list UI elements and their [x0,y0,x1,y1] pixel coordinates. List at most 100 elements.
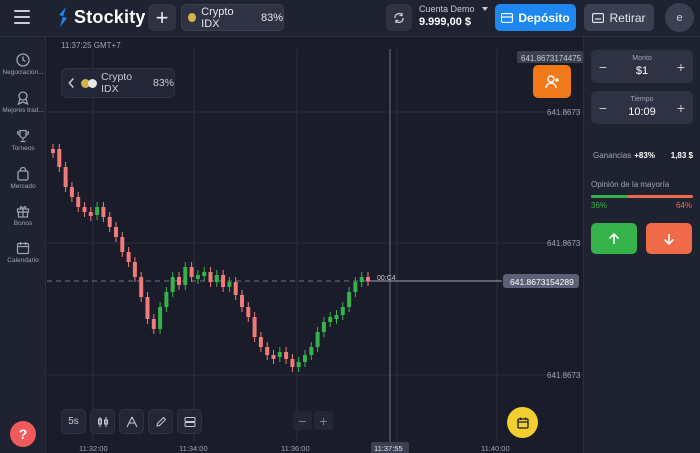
candle-body [277,352,282,357]
candle-body [353,282,358,292]
price-label-2: 641.8673 [547,239,581,248]
user-plus-icon [545,74,559,88]
time-label-4: 11:40:00 [481,444,510,453]
candle-body [246,307,251,317]
trading-app: Stockity + Crypto IDX 83% Cuenta Demo 9.… [0,0,700,453]
crypto-coins-icon [81,78,98,88]
candle-body [69,187,74,197]
account-balance: 9.999,00 $ [419,16,471,28]
candle-body [221,275,226,287]
account-selector[interactable]: Cuenta Demo 9.999,00 $ [419,4,489,28]
account-type: Cuenta Demo [419,4,475,14]
bag-icon [17,167,29,181]
candle-body [334,315,339,319]
zoom-in-button[interactable]: + [314,411,333,430]
candle-body [227,282,232,287]
help-button[interactable]: ? [10,421,36,447]
candle-body [258,337,263,347]
trophy-icon [16,129,30,143]
sidebar-item-market[interactable]: Mercado [0,167,46,190]
layout-button[interactable] [177,409,202,434]
time-label-3: 11:37:55 [374,444,403,453]
sidebar-item-calendar[interactable]: Calendario [0,241,46,264]
candle-body [315,332,320,347]
chevron-left-icon [68,78,74,88]
menu-icon[interactable] [14,10,30,24]
chart-type-button[interactable] [90,409,115,434]
crypto-coin-icon [188,13,197,22]
earnings-pct: +83% [634,151,655,160]
candle-body [265,347,270,355]
candle-body [303,355,307,362]
sidebar-item-label: Mejores trad... [2,107,44,114]
calendar-shortcut-button[interactable] [507,407,538,438]
sidebar-item-label: Torneos [11,145,35,152]
opinion-bar-up-fill [591,195,628,198]
pencil-icon [155,416,166,427]
candles-icon [97,416,108,427]
amount-increase-button[interactable]: + [671,50,691,83]
indicators-button[interactable] [119,409,144,434]
brand-logo[interactable]: Stockity [56,6,146,28]
asset-tab[interactable]: Crypto IDX 83% [181,4,284,31]
time-label-0: 11:32:00 [79,444,108,453]
opinion-bar [591,195,693,198]
timeframe-button[interactable]: 5s [61,409,86,434]
avatar[interactable]: e [665,3,694,32]
sidebar-item-top-traders[interactable]: Mejores trad... [0,91,46,114]
candle-body [126,252,131,262]
social-trading-button[interactable] [533,65,571,98]
deposit-label: Depósito [518,10,570,25]
withdraw-icon [592,12,605,23]
refresh-balance-button[interactable] [386,4,412,31]
zoom-control: − + [293,411,333,430]
candle-body [202,272,207,276]
opinion-down-pct: 64% [675,201,692,210]
candle-body [132,262,137,277]
sidebar-item-trading[interactable]: Negociacion... [0,53,46,76]
candle-body [252,317,257,337]
refresh-icon [394,12,404,23]
time-stepper[interactable]: − Tiempo 10:09 + [591,91,693,124]
sell-down-button[interactable] [646,223,692,254]
drawing-tools-button[interactable] [148,409,173,434]
asset-info-chip[interactable]: Crypto IDX 83% [61,68,175,98]
add-asset-button[interactable]: + [148,4,176,31]
asset-chip-payout: 83% [152,77,174,89]
candle-body [347,292,352,307]
asset-tab-name: Crypto IDX [201,5,234,30]
asset-chip-name: Crypto IDX [101,71,133,95]
withdraw-button[interactable]: Retirar [584,4,654,31]
amount-stepper[interactable]: − Monto $1 + [591,50,693,83]
candle-body [114,227,118,237]
calendar-icon [16,242,30,255]
candle-body [195,275,200,279]
arrow-down-icon [663,233,675,245]
chevron-down-icon [481,7,488,11]
earnings-label: Ganancias [593,151,632,160]
withdraw-label: Retirar [609,10,646,25]
candle-body [290,359,295,367]
candle-body [240,295,244,307]
time-increase-button[interactable]: + [671,91,691,124]
earnings-row: Ganancias +83% 1,83 $ [593,151,693,160]
gift-icon [16,206,30,218]
compass-icon [126,416,137,427]
candlestick-chart[interactable]: 641.8673174475 641.8673 641.8673 641.867… [47,37,583,453]
sidebar-item-bonuses[interactable]: Bonos [0,204,46,227]
buy-up-button[interactable] [591,223,637,254]
candle-body [214,275,219,282]
price-chart[interactable]: 641.8673174475 641.8673 641.8673 641.867… [47,37,583,453]
candle-body [183,267,188,285]
candle-body [233,282,238,295]
price-label-top: 641.8673174475 [521,54,582,63]
zoom-out-button[interactable]: − [293,411,312,430]
candle-body [170,277,175,292]
layout-icon [184,416,195,427]
sidebar-item-tournaments[interactable]: Torneos [0,129,46,152]
candle-body [158,307,163,329]
deposit-button[interactable]: Depósito [495,4,576,31]
candle-body [63,167,68,187]
arrow-up-icon [608,232,620,244]
candle-body [88,212,93,216]
